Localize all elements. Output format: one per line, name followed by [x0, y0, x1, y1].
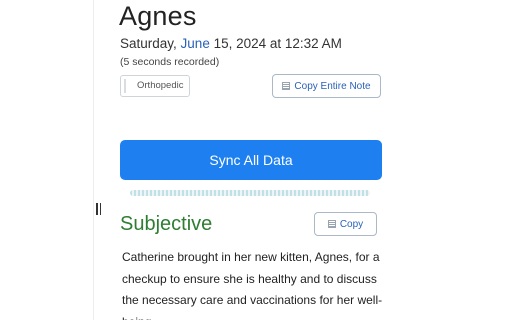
copy-entire-note-label: Copy Entire Note — [294, 80, 371, 92]
audio-waveform — [130, 190, 370, 196]
panel-divider — [93, 0, 94, 320]
recording-duration: (5 seconds recorded) — [120, 56, 220, 68]
specialty-tag[interactable]: Orthopedic — [120, 75, 190, 97]
subjective-text: Catherine brought in her new kitten, Agn… — [122, 250, 383, 320]
date-month-link[interactable]: June — [181, 36, 210, 51]
date-prefix: Saturday, — [120, 36, 181, 51]
document-icon — [327, 220, 336, 228]
patient-name: Agnes — [119, 1, 197, 31]
copy-subjective-button[interactable]: Copy — [314, 212, 377, 236]
date-suffix: 15, 2024 at 12:32 AM — [209, 36, 342, 51]
sync-all-data-button[interactable]: Sync All Data — [120, 140, 382, 180]
sync-all-data-label: Sync All Data — [209, 152, 293, 168]
copy-entire-note-button[interactable]: Copy Entire Note — [272, 74, 381, 98]
drag-handle-icon[interactable] — [96, 203, 102, 215]
visit-date: Saturday, June 15, 2024 at 12:32 AM — [120, 35, 342, 53]
subjective-heading: Subjective — [120, 213, 213, 235]
note-page: Agnes Saturday, June 15, 2024 at 12:32 A… — [0, 0, 512, 320]
copy-label: Copy — [339, 218, 364, 230]
document-icon — [282, 82, 291, 90]
